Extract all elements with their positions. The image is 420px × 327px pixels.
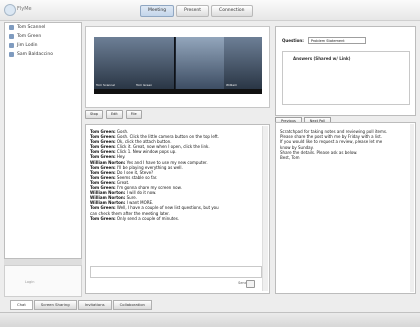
tab-meeting[interactable]: Meeting <box>140 5 175 17</box>
participants-list: Tom Scannel Tom Green Jim Lodin Sam Bald… <box>4 22 82 259</box>
bottom-tabs: Chat Screen Sharing Invitations Collabor… <box>10 300 152 310</box>
notes-text: Scratchpad for taking notes and reviewin… <box>280 129 408 160</box>
chat-text: Only send a couple of minutes. <box>115 215 180 221</box>
app-logo-icon <box>4 4 16 16</box>
question-panel: Question: Problem Statement Answers (Sha… <box>275 26 416 116</box>
user-icon <box>9 34 14 39</box>
tab-screen-sharing[interactable]: Screen Sharing <box>33 300 77 310</box>
note-line: Best, Tom <box>280 155 300 161</box>
left-panel: Tom Scannel Tom Green Jim Lodin Sam Bald… <box>4 22 82 297</box>
user-icon <box>9 43 14 48</box>
tab-chat[interactable]: Chat <box>10 300 33 310</box>
login-label: Login <box>25 280 35 284</box>
login-panel: Login <box>4 265 82 297</box>
chat-scrollbar[interactable] <box>262 126 268 291</box>
top-tabs: Meeting Present Connection <box>140 5 253 17</box>
tab-connection[interactable]: Connection <box>211 5 253 17</box>
video-tile[interactable]: William <box>224 37 262 89</box>
participant-item[interactable]: Jim Lodin <box>5 41 81 50</box>
video-tile[interactable]: Tom Scannel <box>94 37 135 89</box>
shared-screen <box>176 37 224 89</box>
question-label: Question: <box>282 38 304 43</box>
chat-message: Tom Green: Only send a couple of minutes… <box>90 216 262 221</box>
title-bar: FlyMe Meeting Present Connection <box>0 0 420 21</box>
video-control-bar <box>94 89 262 94</box>
chat-input[interactable] <box>90 266 262 278</box>
stop-button[interactable]: Stop <box>85 109 103 119</box>
video-tile[interactable]: Tom Green <box>134 37 175 89</box>
chat-log: Tom Green: Gosh. Tom Green: Gosh. Click t… <box>90 129 262 264</box>
chat-sender: Tom Green: <box>90 215 116 221</box>
video-name: William <box>226 83 237 87</box>
user-icon <box>9 25 14 30</box>
notes-panel[interactable]: Scratchpad for taking notes and reviewin… <box>275 122 416 294</box>
tab-invitations[interactable]: Invitations <box>77 300 112 310</box>
participant-name: Jim Lodin <box>17 43 38 48</box>
video-controls: Stop Edit File <box>85 109 270 119</box>
user-icon <box>9 52 14 57</box>
app-title: FlyMe <box>17 6 32 12</box>
video-panel: Tom Scannel Tom Green William <box>85 26 270 108</box>
notes-scrollbar[interactable] <box>410 124 414 292</box>
edit-button[interactable]: Edit <box>105 109 123 119</box>
answer-box[interactable]: Answers (Shared w/ Link) <box>282 51 410 105</box>
status-bar <box>0 312 420 327</box>
participant-name: Tom Scannel <box>17 25 46 30</box>
send-icon[interactable] <box>246 280 255 288</box>
participant-item[interactable]: Tom Green <box>5 32 81 41</box>
participant-item[interactable]: Sam Baldaccino <box>5 50 81 59</box>
tab-present[interactable]: Present <box>176 5 210 17</box>
question-row: Question: Problem Statement <box>282 37 366 44</box>
participant-item[interactable]: Tom Scannel <box>5 23 81 32</box>
file-button[interactable]: File <box>125 109 142 119</box>
question-select[interactable]: Problem Statement <box>307 37 366 44</box>
answer-label: Answers (Shared w/ Link) <box>293 56 351 61</box>
video-strip: Tom Scannel Tom Green William <box>94 37 262 89</box>
participant-name: Tom Green <box>17 34 42 39</box>
video-name: Tom Green <box>136 83 153 87</box>
video-name: Tom Scannel <box>96 83 115 87</box>
participant-name: Sam Baldaccino <box>17 52 53 57</box>
chat-panel: Tom Green: Gosh. Tom Green: Gosh. Click t… <box>85 124 270 294</box>
tab-collaboration[interactable]: Collaboration <box>112 300 152 310</box>
